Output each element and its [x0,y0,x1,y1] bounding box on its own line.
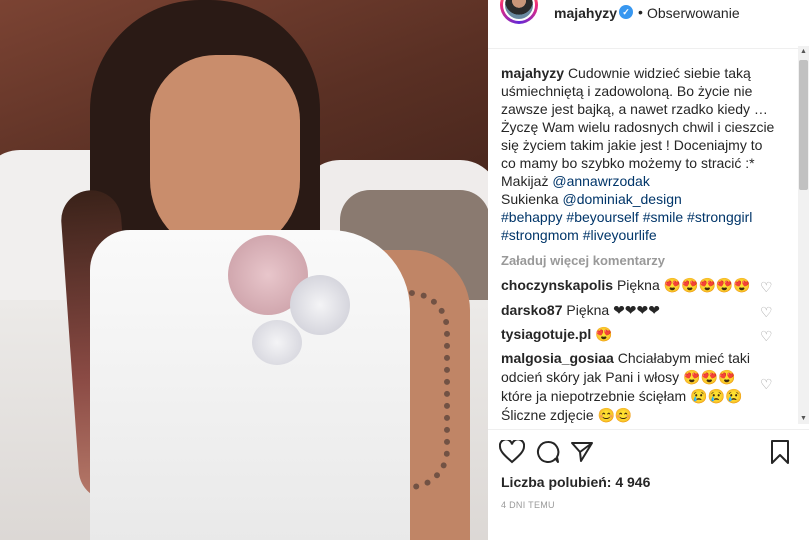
hashtag-link[interactable]: #stronggirl [687,209,752,225]
comment-item: darsko87 Piękna ❤❤❤❤ [501,301,751,320]
scroll-up-arrow-icon[interactable]: ▲ [798,46,809,57]
comment-text: Piękna ❤❤❤❤ [566,302,660,318]
comment-like-heart-icon[interactable]: ♡ [760,280,774,294]
photo-face [150,55,300,255]
photo-rose [290,275,350,335]
avatar-story-ring[interactable] [500,0,538,24]
header-separator: • [638,4,643,20]
comment-like-heart-icon[interactable]: ♡ [760,377,774,391]
comment-username[interactable]: tysiagotuje.pl [501,326,591,342]
comments-list[interactable]: majahyzy Cudownie widzieć siebie taką uś… [488,49,798,429]
dress-label: Sukienka [501,191,559,207]
header-username[interactable]: majahyzy [554,5,617,21]
post-actions-bar [488,432,809,472]
verified-badge-icon: ✓ [619,5,633,19]
makeup-label: Makijaż [501,173,549,189]
avatar[interactable] [503,0,535,21]
hashtag-link[interactable]: #behappy [501,209,563,225]
scrollbar-thumb[interactable] [799,60,808,190]
post-caption: majahyzy Cudownie widzieć siebie taką uś… [501,64,781,244]
share-icon[interactable] [568,438,596,466]
bookmark-icon[interactable] [766,438,794,466]
hashtag-link[interactable]: #beyourself [566,209,638,225]
photo-rose [252,320,302,365]
divider [488,429,809,430]
comment-like-heart-icon[interactable]: ♡ [760,305,774,319]
comment-text: Piękna 😍😍😍😍😍 [616,277,751,293]
post-header: majahyzy ✓ • Obserwowanie [488,0,809,26]
comment-like-heart-icon[interactable]: ♡ [760,329,774,343]
comment-username[interactable]: choczynskapolis [501,277,613,293]
follow-button[interactable]: Obserwowanie [647,5,740,21]
makeup-tag-link[interactable]: @annawrzodak [552,173,650,189]
comment-icon[interactable] [534,438,562,466]
comment-username[interactable]: darsko87 [501,302,562,318]
comment-username[interactable]: malgosia_gosiaa [501,350,614,366]
caption-username[interactable]: majahyzy [501,65,564,81]
hashtag-link[interactable]: #liveyourlife [583,227,657,243]
comments-scrollbar[interactable]: ▲ ▼ [798,46,809,424]
comment-item: tysiagotuje.pl 😍 [501,325,751,344]
comment-item: malgosia_gosiaa Chciałabym mieć taki odc… [501,349,751,425]
post-photo[interactable] [0,0,488,540]
load-more-comments-button[interactable]: Załaduj więcej komentarzy [501,253,665,268]
scroll-down-arrow-icon[interactable]: ▼ [798,413,809,424]
dress-tag-link[interactable]: @dominiak_design [562,191,681,207]
comment-text: 😍 [595,326,613,342]
comment-item: choczynskapolis Piękna 😍😍😍😍😍 [501,276,751,295]
post-timestamp[interactable]: 4 DNI TEMU [501,500,555,510]
likes-count[interactable]: Liczba polubień: 4 946 [501,474,650,490]
post-side-panel: majahyzy ✓ • Obserwowanie majahyzy Cudow… [488,0,809,540]
hashtag-link[interactable]: #strongmom [501,227,579,243]
hashtag-link[interactable]: #smile [643,209,683,225]
heart-icon[interactable] [498,438,526,466]
